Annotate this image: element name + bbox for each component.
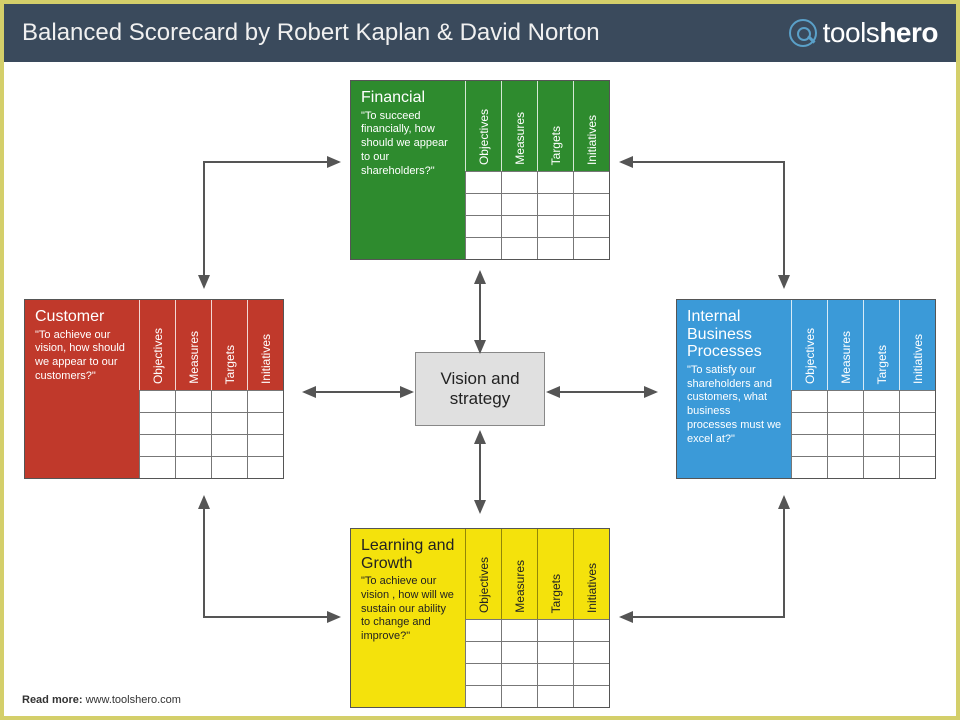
page-frame: Balanced Scorecard by Robert Kaplan & Da… bbox=[0, 0, 960, 720]
quadrant-customer: Customer "To achieve our vision, how sho… bbox=[24, 299, 284, 479]
internal-grid: Objectives Measures Targets Initiatives bbox=[791, 300, 935, 478]
col-header: Objectives bbox=[477, 557, 491, 613]
quadrant-financial: Financial "To succeed financially, how s… bbox=[350, 80, 610, 260]
page-title: Balanced Scorecard by Robert Kaplan & Da… bbox=[22, 19, 600, 47]
brand-logo-text: toolshero bbox=[823, 17, 938, 49]
financial-text: Financial "To succeed financially, how s… bbox=[351, 81, 465, 259]
financial-question: "To succeed financially, how should we a… bbox=[361, 110, 457, 179]
col-header: Measures bbox=[513, 560, 527, 613]
internal-question: "To satisfy our shareholders and custome… bbox=[687, 364, 783, 447]
financial-title: Financial bbox=[361, 89, 457, 107]
learning-question: "To achieve our vision , how will we sus… bbox=[361, 575, 457, 644]
col-header: Measures bbox=[513, 112, 527, 165]
col-header: Objectives bbox=[151, 328, 165, 384]
read-more-label: Read more: bbox=[22, 694, 83, 706]
col-header: Targets bbox=[549, 126, 563, 165]
col-header: Measures bbox=[187, 331, 201, 384]
customer-title: Customer bbox=[35, 308, 131, 326]
col-header: Targets bbox=[875, 345, 889, 384]
read-more-url: www.toolshero.com bbox=[86, 694, 181, 706]
customer-text: Customer "To achieve our vision, how sho… bbox=[25, 300, 139, 478]
internal-text: Internal Business Processes "To satisfy … bbox=[677, 300, 791, 478]
internal-title: Internal Business Processes bbox=[687, 308, 783, 361]
col-header: Objectives bbox=[477, 109, 491, 165]
center-vision-box: Vision and strategy bbox=[415, 352, 545, 426]
learning-text: Learning and Growth "To achieve our visi… bbox=[351, 529, 465, 707]
header-bar: Balanced Scorecard by Robert Kaplan & Da… bbox=[4, 4, 956, 62]
learning-title: Learning and Growth bbox=[361, 537, 457, 572]
quadrant-internal: Internal Business Processes "To satisfy … bbox=[676, 299, 936, 479]
read-more: Read more: www.toolshero.com bbox=[22, 694, 181, 706]
col-header: Initiatives bbox=[259, 334, 273, 384]
col-header: Targets bbox=[223, 345, 237, 384]
financial-grid: Objectives Measures Targets Initiatives bbox=[465, 81, 609, 259]
col-header: Objectives bbox=[803, 328, 817, 384]
learning-grid: Objectives Measures Targets Initiatives bbox=[465, 529, 609, 707]
quadrant-learning: Learning and Growth "To achieve our visi… bbox=[350, 528, 610, 708]
brand-logo: toolshero bbox=[789, 17, 938, 49]
col-header: Measures bbox=[839, 331, 853, 384]
col-header: Targets bbox=[549, 574, 563, 613]
customer-grid: Objectives Measures Targets Initiatives bbox=[139, 300, 283, 478]
col-header: Initiatives bbox=[911, 334, 925, 384]
col-header: Initiatives bbox=[585, 563, 599, 613]
customer-question: "To achieve our vision, how should we ap… bbox=[35, 329, 131, 384]
diagram-canvas: Vision and strategy Financial "To succee… bbox=[4, 62, 956, 716]
col-header: Initiatives bbox=[585, 115, 599, 165]
magnifier-gear-icon bbox=[789, 19, 817, 47]
center-label: Vision and strategy bbox=[416, 369, 544, 409]
